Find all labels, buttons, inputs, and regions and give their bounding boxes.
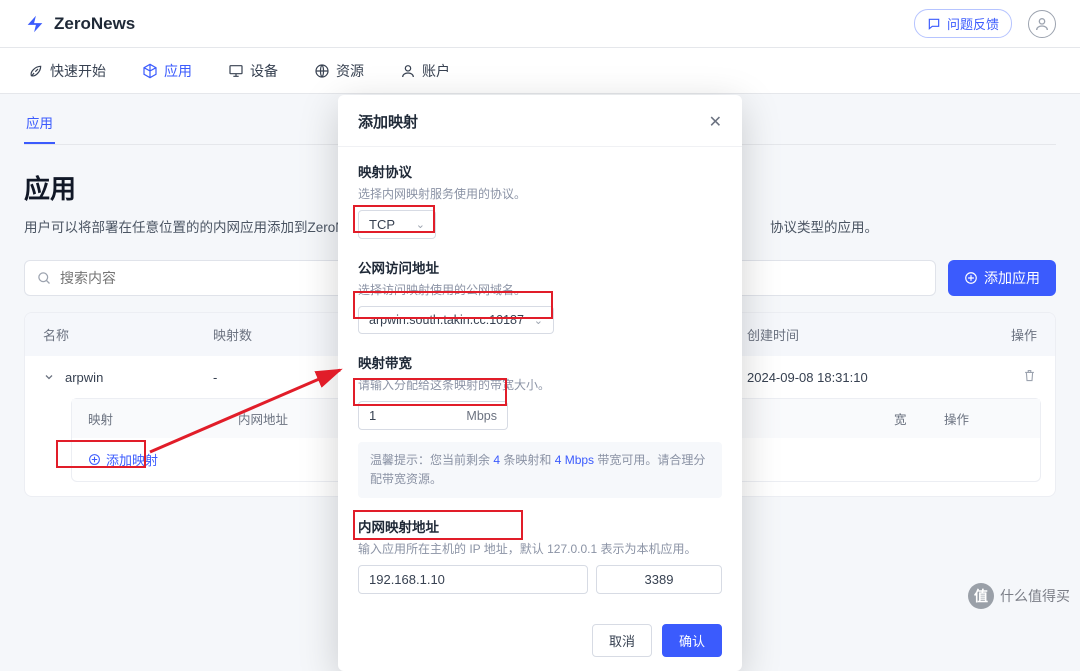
bandwidth-help: 请输入分配给这条映射的带宽大小。 — [358, 376, 722, 393]
protocol-help: 选择内网映射服务使用的协议。 — [358, 185, 722, 202]
col-ops: 操作 — [967, 325, 1037, 344]
modal-title: 添加映射 — [358, 111, 418, 132]
rocket-icon — [28, 63, 44, 79]
nav-apps-label: 应用 — [164, 61, 192, 81]
watermark-text: 什么值得买 — [1000, 586, 1070, 606]
globe-icon — [314, 63, 330, 79]
protocol-select[interactable]: TCP ⌄ — [358, 210, 436, 239]
avatar[interactable] — [1028, 10, 1056, 38]
chat-icon — [927, 17, 941, 31]
add-mapping-modal: 添加映射 ✕ 映射协议 选择内网映射服务使用的协议。 TCP ⌄ 公网访问地址 … — [338, 95, 742, 671]
brand-logo-icon — [24, 13, 46, 35]
row-name: arpwin — [65, 370, 103, 385]
bandwidth-input[interactable]: 1 Mbps — [358, 401, 508, 430]
protocol-value: TCP — [369, 217, 395, 232]
chevron-down-icon[interactable] — [43, 371, 55, 383]
inner-port-value: 3389 — [645, 572, 674, 587]
cancel-button[interactable]: 取消 — [592, 624, 652, 657]
brand: ZeroNews — [24, 13, 135, 35]
main-nav: 快速开始 应用 设备 资源 账户 — [0, 48, 1080, 94]
row-created: 2024-09-08 18:31:10 — [747, 370, 967, 385]
nav-quickstart[interactable]: 快速开始 — [28, 61, 106, 81]
inner-ip-value: 192.168.1.10 — [369, 572, 445, 587]
user-icon — [1034, 16, 1050, 32]
add-mapping-label: 添加映射 — [106, 450, 158, 469]
nav-quickstart-label: 快速开始 — [50, 61, 106, 81]
search-icon — [37, 271, 52, 286]
plus-circle-icon — [964, 271, 978, 285]
bandwidth-value: 1 — [369, 408, 376, 423]
feedback-label: 问题反馈 — [947, 14, 999, 33]
col-name: 名称 — [43, 325, 213, 344]
bandwidth-tip: 温馨提示：您当前剩余 4 条映射和 4 Mbps 带宽可用。请合理分配带宽资源。 — [358, 442, 722, 498]
public-addr-select[interactable]: arpwin.south.takin.cc:10187 ⌄ — [358, 306, 554, 334]
confirm-button[interactable]: 确认 — [662, 624, 722, 657]
watermark: 值 什么值得买 — [968, 583, 1070, 609]
nav-devices-label: 设备 — [250, 61, 278, 81]
watermark-badge-icon: 值 — [968, 583, 994, 609]
brand-name: ZeroNews — [54, 14, 135, 34]
inner-ip-input[interactable]: 192.168.1.10 — [358, 565, 588, 594]
add-app-label: 添加应用 — [984, 268, 1040, 288]
inner-port-input[interactable]: 3389 — [596, 565, 722, 594]
subcol-bw: 宽 — [804, 409, 944, 428]
subcol-map: 映射 — [88, 409, 238, 428]
protocol-label: 映射协议 — [358, 161, 722, 181]
add-app-button[interactable]: 添加应用 — [948, 260, 1056, 296]
trash-icon[interactable] — [1022, 368, 1037, 383]
nav-account-label: 账户 — [422, 61, 450, 81]
add-mapping-button[interactable]: 添加映射 — [88, 450, 158, 469]
nav-resources-label: 资源 — [336, 61, 364, 81]
bandwidth-unit: Mbps — [466, 409, 497, 423]
nav-resources[interactable]: 资源 — [314, 61, 364, 81]
close-icon[interactable]: ✕ — [709, 112, 722, 132]
nav-apps[interactable]: 应用 — [142, 61, 192, 81]
nav-account[interactable]: 账户 — [400, 61, 450, 81]
cube-icon — [142, 63, 158, 79]
public-addr-label: 公网访问地址 — [358, 257, 722, 277]
monitor-icon — [228, 63, 244, 79]
plus-circle-icon — [88, 453, 101, 466]
subcol-ops: 操作 — [944, 409, 1024, 428]
chevron-down-icon: ⌄ — [534, 314, 543, 327]
person-icon — [400, 63, 416, 79]
chevron-down-icon: ⌄ — [416, 218, 425, 231]
inner-addr-label: 内网映射地址 — [358, 516, 722, 536]
public-addr-help: 选择访问映射使用的公网域名。 — [358, 281, 722, 298]
public-addr-value: arpwin.south.takin.cc:10187 — [369, 313, 524, 327]
nav-devices[interactable]: 设备 — [228, 61, 278, 81]
bandwidth-label: 映射带宽 — [358, 352, 722, 372]
feedback-button[interactable]: 问题反馈 — [914, 9, 1012, 38]
inner-addr-help: 输入应用所在主机的 IP 地址，默认 127.0.0.1 表示为本机应用。 — [358, 540, 722, 557]
col-created: 创建时间 — [747, 325, 967, 344]
subtab-apps[interactable]: 应用 — [24, 112, 55, 144]
